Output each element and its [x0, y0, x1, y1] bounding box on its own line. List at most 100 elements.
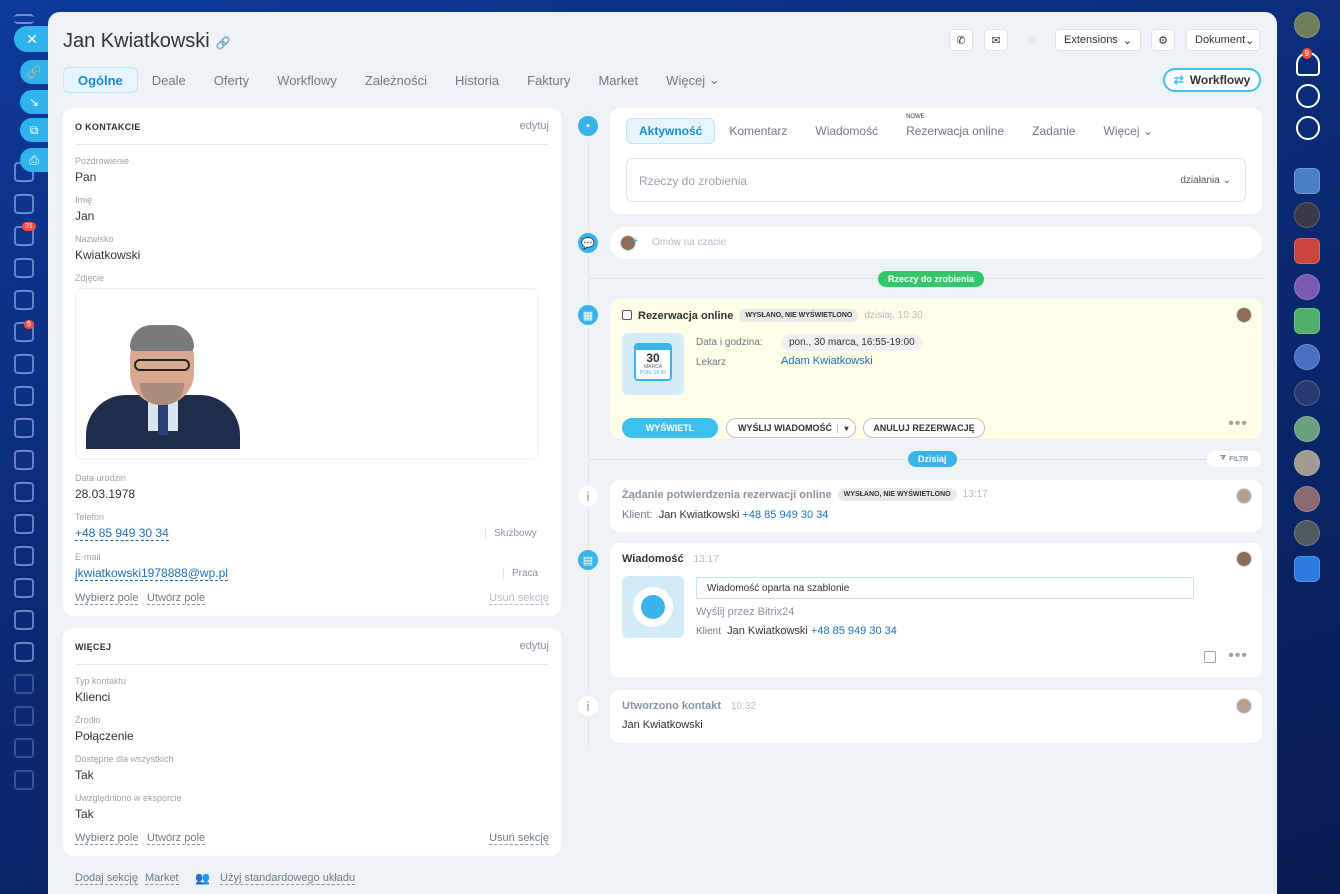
create-field-link[interactable]: Utwórz pole	[147, 832, 206, 845]
grid-icon[interactable]	[14, 770, 34, 790]
chat-avatar-8[interactable]	[1294, 416, 1320, 442]
field-value-first-name[interactable]: Jan	[75, 209, 94, 223]
settings-button[interactable]: ⚙	[1151, 29, 1175, 51]
puzzle-icon[interactable]	[14, 258, 34, 278]
todo-input[interactable]: Rzeczy do zrobienia działania ⌄	[626, 158, 1246, 202]
chat-icon[interactable]	[14, 290, 34, 310]
chat-avatar-12[interactable]	[1294, 556, 1320, 582]
delete-section-link[interactable]: Usuń sekcję	[489, 832, 549, 845]
chat-avatar-7[interactable]	[1294, 380, 1320, 406]
chat-avatar-3[interactable]	[1294, 238, 1320, 264]
calendar-icon[interactable]	[14, 386, 34, 406]
view-button[interactable]: WYŚWIETL	[622, 418, 718, 438]
client-phone-link[interactable]: +48 85 949 30 34	[742, 509, 828, 521]
minimize-button[interactable]: ↘	[20, 90, 48, 114]
chat-avatar-6[interactable]	[1294, 344, 1320, 370]
tab-deale[interactable]: Deale	[138, 67, 200, 93]
monitor-icon[interactable]	[14, 450, 34, 470]
choose-field-link[interactable]: Wybierz pole	[75, 832, 139, 845]
edit-link[interactable]: edytuj	[520, 120, 549, 132]
tab-market[interactable]: Market	[584, 67, 652, 93]
tab-zaleznosci[interactable]: Zależności	[351, 67, 441, 93]
chat-avatar-11[interactable]	[1294, 520, 1320, 546]
tab-ogolne[interactable]: Ogólne	[63, 67, 138, 93]
cancel-booking-button[interactable]: ANULUJ REZERWACJĘ	[863, 418, 985, 438]
screen-icon[interactable]	[14, 610, 34, 630]
chart-icon[interactable]	[14, 578, 34, 598]
chat-input[interactable]: + Omów na czacie	[610, 227, 1262, 259]
cart-icon[interactable]	[14, 194, 34, 214]
field-value-source[interactable]: Połączenie	[75, 729, 134, 743]
chat-button[interactable]: ◌	[1020, 29, 1044, 51]
choose-field-link[interactable]: Wybierz pole	[75, 592, 139, 605]
gear-icon[interactable]	[14, 674, 34, 694]
tab-aktywnosc[interactable]: Aktywność	[626, 118, 716, 144]
dokument-dropdown[interactable]: Dokument ⌄	[1186, 29, 1260, 51]
chat-avatar-4[interactable]	[1294, 274, 1320, 300]
chat-avatar-9[interactable]	[1294, 450, 1320, 476]
tab-wiecej[interactable]: Więcej ⌄	[1090, 118, 1167, 144]
file-icon[interactable]	[14, 418, 34, 438]
extensions-dropdown[interactable]: Extensions ⌄	[1055, 29, 1141, 51]
menu-icon[interactable]	[14, 14, 34, 24]
copy-link-button[interactable]: 🔗	[20, 60, 48, 84]
market-link[interactable]: Market	[145, 872, 179, 885]
card-icon[interactable]	[14, 482, 34, 502]
send-message-button[interactable]: WYŚLIJ WIADOMOŚĆ ▾	[726, 418, 856, 438]
close-slider-button[interactable]: ✕	[14, 26, 50, 52]
doctor-label: Lekarz	[696, 357, 727, 368]
link-icon[interactable]: 🔗	[216, 36, 231, 50]
tab-komentarz[interactable]: Komentarz	[715, 118, 801, 144]
add-participant-icon[interactable]: +	[632, 235, 638, 247]
email-button[interactable]: ✉	[984, 29, 1008, 51]
field-value-export[interactable]: Tak	[75, 807, 94, 821]
tab-wiadomosc[interactable]: Wiadomość	[801, 118, 892, 144]
field-value-contact-type[interactable]: Klienci	[75, 690, 110, 704]
tab-oferty[interactable]: Oferty	[200, 67, 263, 93]
mail-icon[interactable]	[14, 514, 34, 534]
search-chat-icon[interactable]	[1296, 116, 1320, 140]
field-value-birthdate[interactable]: 28.03.1978	[75, 487, 135, 501]
doctor-link[interactable]: Adam Kwiatkowski	[781, 355, 873, 367]
chat-avatar-2[interactable]	[1294, 202, 1320, 228]
field-value-salutation[interactable]: Pan	[75, 170, 96, 184]
open-new-window-button[interactable]: ⧉	[20, 118, 48, 142]
delete-section-link[interactable]: Usuń sekcję	[489, 592, 549, 605]
chat-avatar-1[interactable]	[1294, 168, 1320, 194]
tab-workflowy[interactable]: Workflowy	[263, 67, 351, 93]
workflow-button[interactable]: ⇄ Workflowy	[1163, 68, 1261, 92]
standard-layout-link[interactable]: Użyj standardowego układu	[220, 872, 356, 885]
copilot-icon[interactable]	[1296, 84, 1320, 108]
field-value-available[interactable]: Tak	[75, 768, 94, 782]
phone-link[interactable]: +48 85 949 30 34	[75, 526, 169, 541]
more-icon[interactable]: •••	[1228, 415, 1248, 433]
tab-faktury[interactable]: Faktury	[513, 67, 584, 93]
email-link[interactable]: jkwiatkowski1978888@wp.pl	[75, 566, 228, 581]
call-button[interactable]: ✆	[949, 29, 973, 51]
user-avatar[interactable]	[1294, 12, 1320, 38]
complete-checkbox[interactable]	[622, 310, 632, 320]
client-phone-link[interactable]: +48 85 949 30 34	[811, 625, 897, 637]
edit-link[interactable]: edytuj	[520, 640, 549, 652]
network-icon[interactable]	[14, 706, 34, 726]
code-icon[interactable]	[14, 738, 34, 758]
print-button[interactable]: ⎙	[20, 148, 48, 172]
chat-avatar-5[interactable]	[1294, 308, 1320, 334]
users-icon[interactable]	[14, 546, 34, 566]
photo-frame[interactable]	[75, 288, 539, 460]
chat-avatar-10[interactable]	[1294, 486, 1320, 512]
field-value-last-name[interactable]: Kwiatkowski	[75, 248, 140, 262]
tab-historia[interactable]: Historia	[441, 67, 513, 93]
shield-icon[interactable]	[14, 354, 34, 374]
add-section-link[interactable]: Dodaj sekcję	[75, 872, 138, 885]
caret-down-icon[interactable]: ▾	[837, 423, 855, 433]
actions-dropdown[interactable]: działania ⌄	[1180, 175, 1231, 186]
filter-button[interactable]: ⧩ FILTR	[1207, 451, 1261, 467]
more-icon[interactable]: •••	[1228, 647, 1248, 665]
note-icon[interactable]	[1204, 651, 1216, 663]
tab-wiecej[interactable]: Więcej ⌄	[652, 67, 734, 93]
tab-zadanie[interactable]: Zadanie	[1018, 118, 1089, 144]
tab-rezerwacja[interactable]: NOWE Rezerwacja online	[892, 114, 1018, 144]
create-field-link[interactable]: Utwórz pole	[147, 592, 206, 605]
robot-icon[interactable]	[14, 642, 34, 662]
